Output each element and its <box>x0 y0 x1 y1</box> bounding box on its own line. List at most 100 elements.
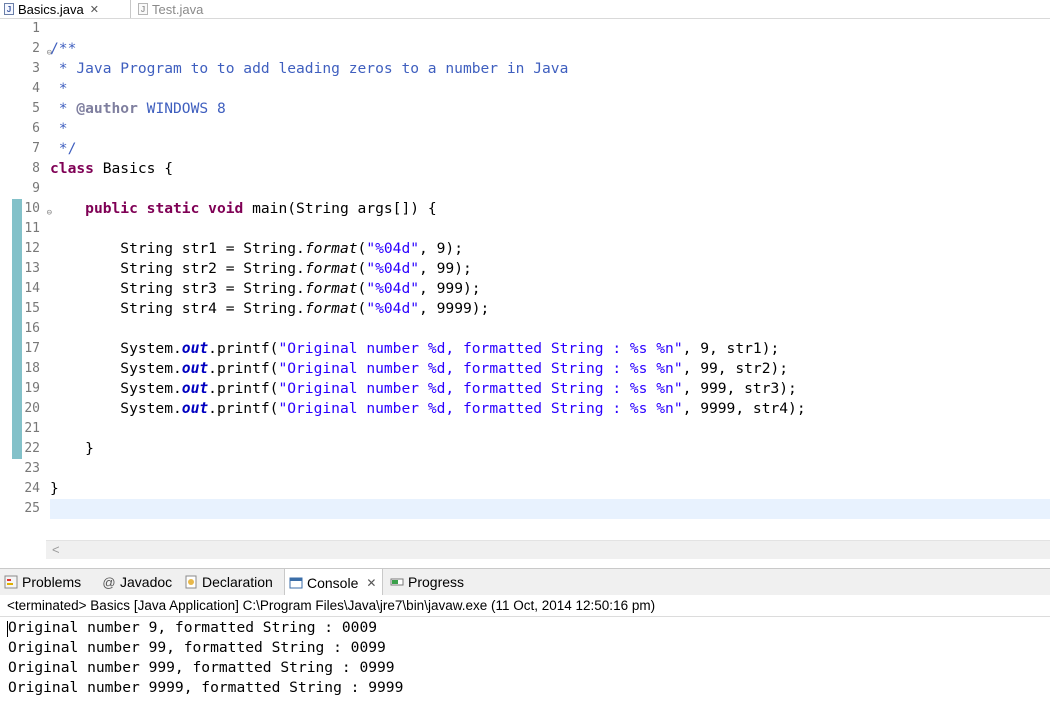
scroll-left-arrow-icon[interactable]: < <box>52 542 60 557</box>
line-number: 15 <box>24 301 40 316</box>
declaration-icon <box>184 575 198 589</box>
code-text: , 9999, str4); <box>682 400 806 417</box>
string-literal: "Original number %d, formatted String : … <box>278 360 683 377</box>
tab-label: Progress <box>408 574 465 590</box>
code-text: .printf( <box>208 400 279 417</box>
code-line: System.out.printf("Original number %d, f… <box>50 399 1050 419</box>
code-editor[interactable]: 1 2 ⊖ 3 4 5 6 7 8 9 10 ⊖ 11 12 13 14 15 16… <box>0 19 1050 540</box>
code-line: String str4 = String.format("%04d", 9999… <box>50 299 1050 319</box>
code-text: , 99); <box>419 260 472 277</box>
code-line: */ <box>50 140 77 157</box>
console-output[interactable]: Original number 9, formatted String : 00… <box>8 618 403 698</box>
code-text: ( <box>357 300 367 317</box>
problems-icon <box>4 575 18 589</box>
code-text: main(String args[]) { <box>243 200 437 217</box>
line-number: 10 ⊖ <box>18 199 52 219</box>
keyword: class <box>50 160 94 177</box>
tab-progress[interactable]: Progress <box>390 569 464 595</box>
console-view[interactable]: <terminated> Basics [Java Application] C… <box>0 595 1050 712</box>
line-number: 4 <box>32 81 40 96</box>
tab-javadoc[interactable]: @ Javadoc <box>102 569 172 595</box>
code-text: Basics { <box>93 160 174 177</box>
line-number: 2 ⊖ <box>18 39 52 59</box>
code-line: /** <box>50 40 77 57</box>
output-line: Original number 99, formatted String : 0… <box>8 639 386 656</box>
line-number: 8 <box>32 161 40 176</box>
output-line: Original number 999, formatted String : … <box>8 659 395 676</box>
view-separator <box>0 559 1050 568</box>
line-number: 17 <box>24 341 40 356</box>
code-text: , 9999); <box>419 300 490 317</box>
tab-label: Problems <box>22 574 82 590</box>
current-code-line <box>50 499 1050 519</box>
code-text: ( <box>357 260 367 277</box>
code-text: , 99, str2); <box>682 360 789 377</box>
line-number-text: 10 <box>24 201 40 216</box>
code-line: * @author WINDOWS 8 <box>50 99 1050 119</box>
line-number: 25 <box>24 501 40 516</box>
code-line: * <box>50 80 68 97</box>
static-field: out <box>181 400 209 417</box>
line-number: 21 <box>24 421 40 436</box>
code-text: .printf( <box>208 360 279 377</box>
code-text: ( <box>357 240 367 257</box>
code-line: * <box>50 120 68 137</box>
tab-problems[interactable]: Problems <box>4 569 81 595</box>
string-literal: "%04d" <box>366 300 420 317</box>
close-icon[interactable]: ✕ <box>366 576 376 590</box>
output-line: Original number 9999, formatted String :… <box>8 679 404 696</box>
editor-tab-bar: J Basics.java ✕ J Test.java <box>0 0 1050 19</box>
line-number: 19 <box>24 381 40 396</box>
code-line: * Java Program to to add leading zeros t… <box>50 60 569 77</box>
tab-basics-java[interactable]: J Basics.java ✕ <box>0 0 131 19</box>
code-lines[interactable]: /** * Java Program to to add leading zer… <box>50 19 1050 519</box>
string-literal: "Original number %d, formatted String : … <box>278 400 683 417</box>
static-field: out <box>181 360 209 377</box>
code-text: System. <box>50 360 182 377</box>
keyword: public static void <box>85 200 244 217</box>
tab-test-java[interactable]: J Test.java <box>134 0 203 18</box>
tab-declaration[interactable]: Declaration <box>184 569 273 595</box>
output-line: Original number 9, formatted String : 00… <box>8 619 378 636</box>
static-method: format <box>304 300 358 317</box>
code-text: , 9); <box>419 240 463 257</box>
code-line: } <box>50 440 94 457</box>
progress-icon <box>390 575 404 589</box>
console-divider <box>0 616 1050 617</box>
code-text: System. <box>50 400 182 417</box>
code-text: , 999, str3); <box>682 380 797 397</box>
tab-console[interactable]: Console ✕ <box>284 569 384 596</box>
line-number: 3 <box>32 61 40 76</box>
string-literal: "Original number %d, formatted String : … <box>278 380 683 397</box>
code-text: .printf( <box>208 340 279 357</box>
code-text: , 9, str1); <box>682 340 780 357</box>
code-text: System. <box>50 340 182 357</box>
static-method: format <box>304 280 358 297</box>
code-text: , 999); <box>419 280 481 297</box>
code-line: String str3 = String.format("%04d", 999)… <box>50 279 1050 299</box>
code-text: System. <box>50 380 182 397</box>
line-number: 1 <box>32 21 40 36</box>
java-file-icon: J <box>138 3 148 15</box>
line-number: 12 <box>24 241 40 256</box>
code-text: String str1 = String. <box>50 240 305 257</box>
javadoc-tag: @author <box>76 100 138 117</box>
tab-label: Declaration <box>202 574 273 590</box>
string-literal: "%04d" <box>366 280 420 297</box>
code-line: String str1 = String.format("%04d", 9); <box>50 239 1050 259</box>
code-text: String str2 = String. <box>50 260 305 277</box>
code-line: String str2 = String.format("%04d", 99); <box>50 259 1050 279</box>
close-icon[interactable]: ✕ <box>90 3 99 16</box>
console-icon <box>289 576 303 590</box>
comment-text: * <box>50 100 77 117</box>
horizontal-scrollbar[interactable]: < <box>46 540 1050 559</box>
code-line: } <box>50 480 59 497</box>
string-literal: "%04d" <box>366 240 420 257</box>
at-sign-icon: @ <box>102 574 116 590</box>
code-line: System.out.printf("Original number %d, f… <box>50 339 1050 359</box>
